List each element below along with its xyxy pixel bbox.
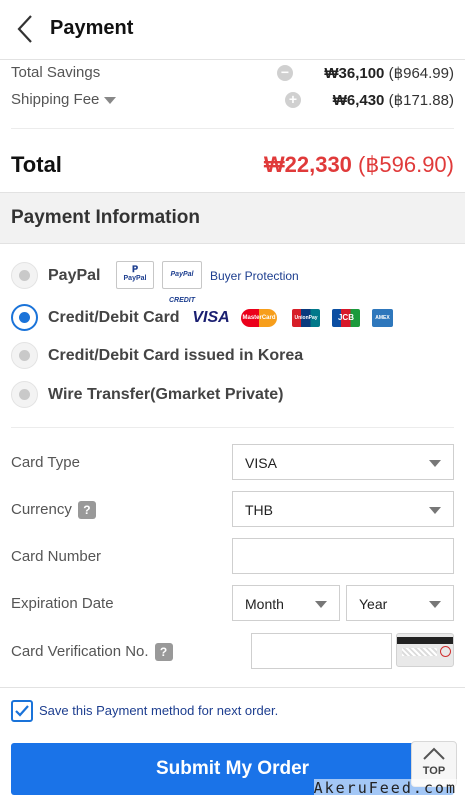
payment-option-label: Credit/Debit Card (48, 309, 180, 326)
payment-option-wire-transfer[interactable]: Wire Transfer(Gmarket Private) (11, 379, 454, 411)
expiration-month-select[interactable]: Month (232, 585, 340, 621)
chevron-down-icon (315, 601, 327, 608)
total-savings-row: Total Savings − ₩36,100 (฿964.99) (11, 62, 454, 84)
radio-button[interactable] (11, 262, 38, 289)
card-number-row: Card Number (11, 538, 454, 576)
divider (11, 427, 454, 428)
cvv-label-wrap: Card Verification No.? (11, 643, 173, 662)
jcb-logo: JCB (332, 309, 360, 327)
amex-logo: AMEX (372, 309, 393, 327)
payment-option-label: Credit/Debit Card issued in Korea (48, 347, 304, 364)
minus-circle-icon: − (277, 65, 293, 81)
expiration-label: Expiration Date (11, 595, 114, 612)
currency-select[interactable]: THB (232, 491, 454, 527)
chevron-down-icon (429, 601, 441, 608)
card-number-label: Card Number (11, 548, 102, 565)
total-amount: ₩22,330 (฿596.90) (264, 152, 454, 178)
help-icon[interactable]: ? (154, 643, 173, 662)
payment-info-section: Payment Information (0, 192, 465, 244)
paypal-credit-logo: PayPal CREDIT (162, 261, 202, 304)
total-savings-thb: (฿964.99) (388, 65, 454, 82)
card-number-input[interactable] (232, 538, 454, 574)
checkmark-icon (15, 705, 29, 717)
paypal-logo: 𝐏 PayPal (116, 261, 154, 289)
expiration-month-value: Month (245, 596, 284, 612)
page-title: Payment (50, 17, 134, 39)
payment-option-label: Wire Transfer(Gmarket Private) (48, 386, 284, 403)
section-title: Payment Information (11, 207, 200, 228)
expiration-year-value: Year (359, 596, 388, 612)
buyer-protection-link[interactable]: Buyer Protection (210, 269, 299, 283)
expiration-year-select[interactable]: Year (346, 585, 454, 621)
mastercard-logo: MasterCard (241, 309, 277, 327)
save-method-label[interactable]: Save this Payment method for next order. (39, 703, 278, 718)
shipping-fee-thb: (฿171.88) (388, 92, 454, 109)
expiration-row: Expiration Date Month Year (11, 585, 454, 623)
watermark-text: AkeruFeed.com (313, 779, 457, 797)
payment-option-paypal[interactable]: PayPal 𝐏 PayPal PayPal CREDIT Buyer Prot… (11, 260, 454, 304)
card-type-select[interactable]: VISA (232, 444, 454, 480)
visa-logo: VISA (192, 309, 230, 326)
total-savings-krw: ₩36,100 (324, 65, 385, 82)
caret-down-icon (104, 96, 117, 104)
shipping-fee-toggle[interactable]: Shipping Fee (11, 91, 117, 108)
plus-circle-icon: + (285, 92, 301, 108)
help-icon[interactable]: ? (77, 501, 96, 520)
chevron-left-icon (17, 15, 32, 43)
shipping-fee-label: Shipping Fee (11, 91, 100, 108)
cvv-label: Card Verification No. (11, 643, 149, 660)
card-type-value: VISA (245, 455, 277, 471)
currency-label: Currency (11, 501, 72, 518)
radio-button[interactable] (11, 342, 38, 369)
chevron-down-icon (429, 507, 441, 514)
payment-option-label: PayPal (48, 267, 101, 284)
payment-option-credit-card[interactable]: Credit/Debit Card VISA MasterCard UnionP… (11, 302, 454, 334)
cvv-input[interactable] (251, 633, 392, 669)
shipping-fee-krw: ₩6,430 (332, 92, 385, 109)
total-thb: (฿596.90) (358, 152, 454, 177)
divider (11, 128, 454, 129)
currency-label-wrap: Currency? (11, 501, 96, 520)
save-method-row: Save this Payment method for next order. (0, 687, 465, 733)
cvv-row: Card Verification No.? (11, 633, 454, 671)
back-button[interactable] (14, 14, 38, 44)
unionpay-logo: UnionPay (292, 309, 320, 327)
card-type-label: Card Type (11, 454, 80, 471)
chevron-down-icon (429, 460, 441, 467)
shipping-fee-amount: ₩6,430 (฿171.88) (333, 91, 454, 109)
card-back-cvv-icon (396, 633, 454, 667)
scroll-top-label: TOP (422, 765, 446, 777)
save-method-checkbox[interactable] (11, 700, 33, 722)
total-label: Total (11, 152, 62, 177)
payment-option-korea-card[interactable]: Credit/Debit Card issued in Korea (11, 340, 454, 372)
total-krw: ₩22,330 (263, 152, 352, 177)
card-type-row: Card Type VISA (11, 444, 454, 482)
chevron-up-icon (423, 747, 445, 760)
total-savings-amount: ₩36,100 (฿964.99) (324, 64, 454, 82)
radio-button-selected[interactable] (11, 304, 38, 331)
header-bar: Payment (0, 0, 465, 60)
currency-value: THB (245, 502, 273, 518)
shipping-fee-row: Shipping Fee + ₩6,430 (฿171.88) (11, 89, 454, 111)
radio-button[interactable] (11, 381, 38, 408)
currency-row: Currency? THB (11, 491, 454, 529)
total-savings-label: Total Savings (11, 64, 101, 81)
